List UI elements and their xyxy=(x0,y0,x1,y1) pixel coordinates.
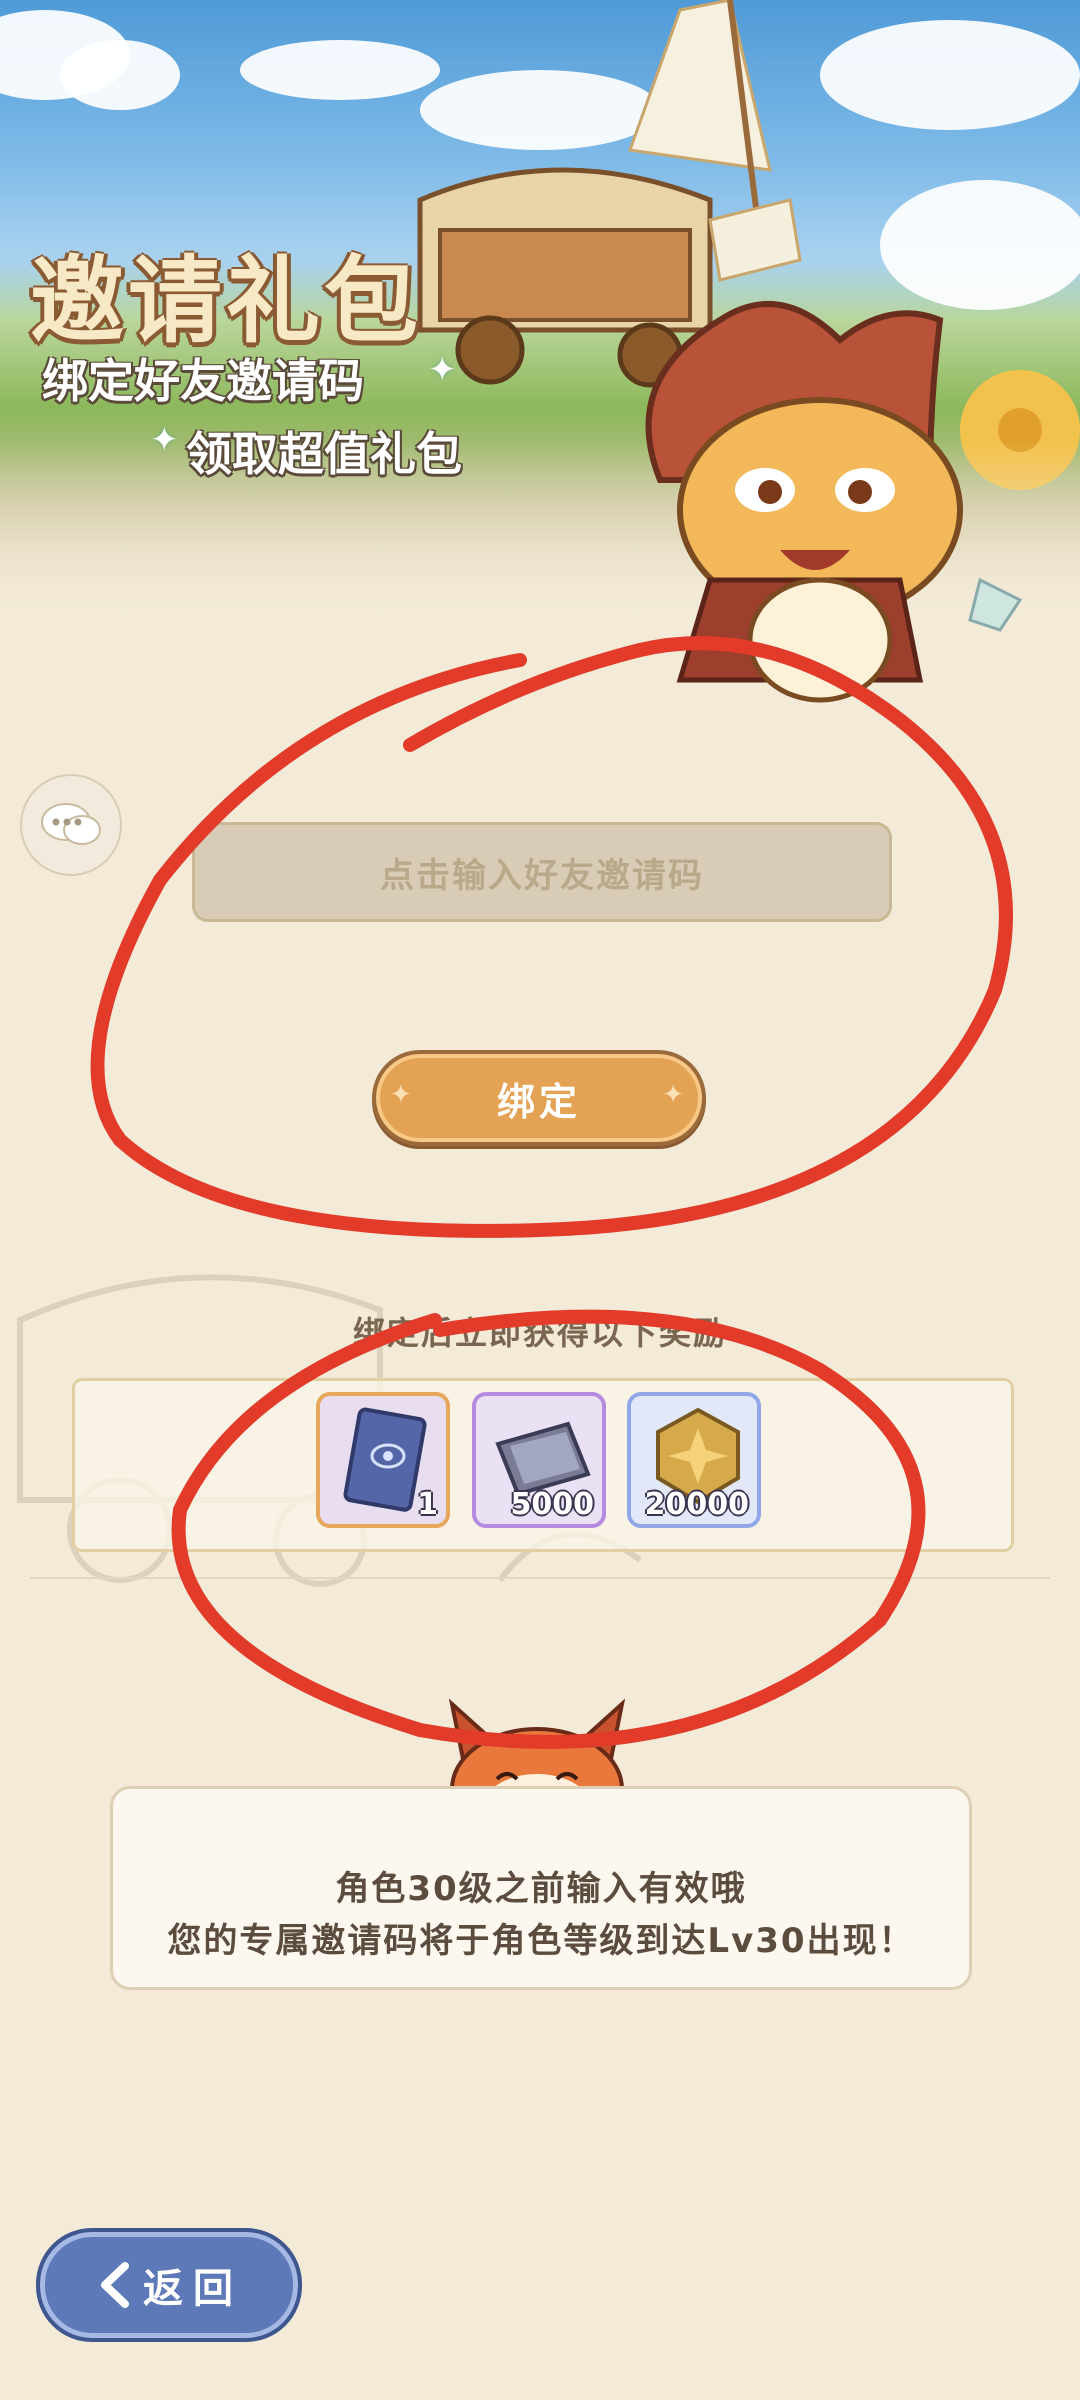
back-arrow-icon xyxy=(101,2262,129,2308)
banner-subtitle-line1: 绑定好友邀请码 xyxy=(42,354,364,408)
chat-bubbles-icon xyxy=(41,803,101,845)
back-button-label: 返回 xyxy=(143,2266,243,2312)
back-button[interactable]: 返回 xyxy=(36,2228,302,2342)
reward-item-silver-ingot[interactable]: 5000 xyxy=(472,1392,606,1528)
chat-button[interactable] xyxy=(20,774,122,876)
sparkle-icon: ✦ xyxy=(150,420,179,460)
reward-item-gold-coin[interactable]: 20000 xyxy=(627,1392,761,1528)
banner-subtitle-line2: 领取超值礼包 xyxy=(186,427,462,481)
reward-count: 1 xyxy=(417,1487,438,1522)
note-line1: 角色30级之前输入有效哦 xyxy=(335,1869,747,1909)
sparkle-icon: ✦ xyxy=(428,350,457,390)
cat-mascot-illustration xyxy=(645,301,1023,703)
reward-item-card[interactable]: 1 xyxy=(316,1392,450,1528)
reward-count: 20000 xyxy=(644,1487,749,1522)
divider xyxy=(30,1577,1050,1579)
bind-button[interactable]: ✦ 绑定 ✦ xyxy=(372,1050,706,1146)
banner-title: 邀请礼包 xyxy=(30,247,423,356)
sparkle-icon: ✦ xyxy=(662,1080,688,1110)
invite-code-input[interactable]: 点击输入好友邀请码 xyxy=(192,822,892,922)
note-line2: 您的专属邀请码将于角色等级到达Lv30出现！ xyxy=(167,1921,915,1961)
bind-button-label: 绑定 xyxy=(496,1079,581,1124)
note-card: 角色30级之前输入有效哦 您的专属邀请码将于角色等级到达Lv30出现！ xyxy=(110,1786,972,1990)
reward-count: 5000 xyxy=(510,1487,595,1522)
sparkle-icon: ✦ xyxy=(390,1080,416,1110)
reward-caption: 绑定后立即获得以下奖励 xyxy=(352,1314,727,1352)
